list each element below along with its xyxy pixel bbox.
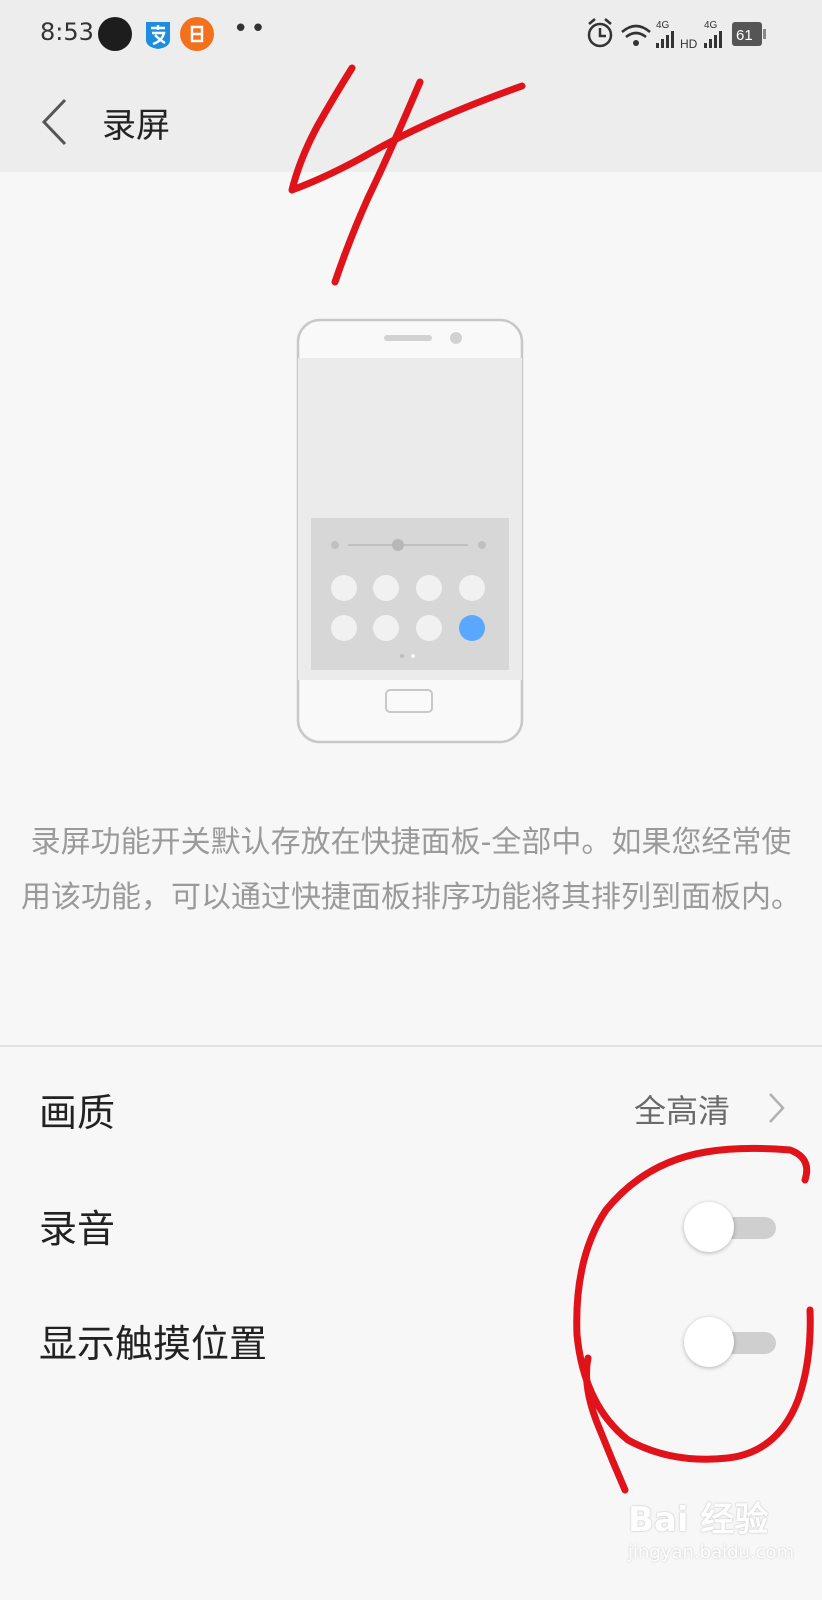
network-4g-2: 4G bbox=[704, 20, 718, 31]
status-bar: 8:53 •• 4G HD 4G 61 bbox=[0, 0, 822, 72]
chevron-right-icon bbox=[769, 1093, 785, 1123]
screen-record-tile bbox=[459, 615, 485, 641]
back-button[interactable] bbox=[30, 94, 80, 150]
description-text: 录屏功能开关默认存放在快捷面板-全部中。如果您经常使用该功能，可以通过快捷面板排… bbox=[21, 825, 801, 915]
svg-text:61: 61 bbox=[736, 27, 753, 44]
status-time: 8:53 bbox=[40, 18, 94, 46]
quality-label: 画质 bbox=[39, 1091, 116, 1135]
touch-position-toggle[interactable] bbox=[684, 1317, 784, 1367]
orange-app-icon bbox=[180, 17, 214, 51]
signal-icon-2 bbox=[704, 31, 722, 48]
watermark-logo: Bai 经验 bbox=[628, 1500, 769, 1540]
quality-value: 全高清 bbox=[633, 1092, 730, 1130]
more-dots-icon: •• bbox=[233, 14, 268, 44]
touch-position-label: 显示触摸位置 bbox=[39, 1322, 268, 1366]
battery-icon: 61 bbox=[732, 22, 766, 46]
baidu-watermark: Bai 经验 jingyan.baidu.com bbox=[628, 1492, 808, 1582]
toggle-knob bbox=[684, 1317, 734, 1367]
audio-toggle[interactable] bbox=[684, 1202, 784, 1252]
quality-setting-row[interactable]: 画质 全高清 bbox=[0, 1052, 822, 1162]
page-title: 录屏 bbox=[102, 106, 170, 146]
status-indicators: 4G HD 4G 61 bbox=[587, 18, 766, 51]
watermark-url: jingyan.baidu.com bbox=[628, 1542, 795, 1563]
signal-icon bbox=[656, 31, 674, 48]
audio-setting-row: 录音 bbox=[0, 1168, 822, 1278]
dot-app-icon bbox=[98, 17, 132, 51]
wifi-icon bbox=[621, 24, 651, 46]
hd-label: HD bbox=[680, 37, 698, 51]
audio-label: 录音 bbox=[39, 1207, 116, 1251]
network-4g-1: 4G bbox=[656, 20, 670, 31]
alipay-icon bbox=[146, 22, 170, 49]
touch-position-setting-row: 显示触摸位置 bbox=[0, 1283, 822, 1393]
toggle-knob bbox=[684, 1202, 734, 1252]
alarm-icon bbox=[587, 18, 613, 48]
section-divider bbox=[0, 1045, 822, 1047]
app-bar: 录屏 bbox=[0, 72, 822, 172]
chevron-left-icon bbox=[41, 98, 67, 146]
phone-illustration bbox=[296, 318, 524, 744]
